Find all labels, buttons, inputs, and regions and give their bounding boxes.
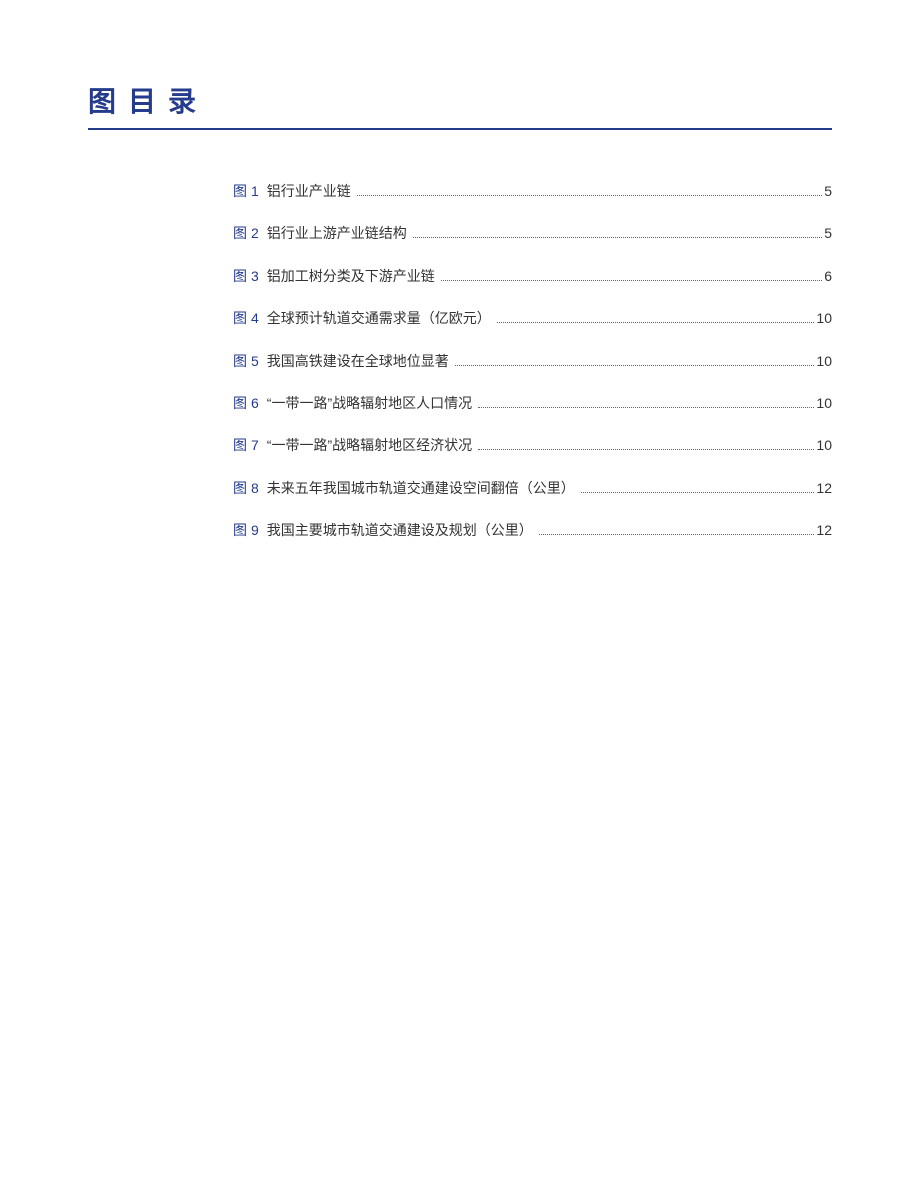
figure-entry: 图6 “一带一路”战略辐射地区人口情况 10 [233,392,832,414]
entry-page: 10 [816,434,832,456]
entry-title: 我国高铁建设在全球地位显著 [267,350,449,372]
entry-number: 2 [251,222,259,244]
entry-prefix: 图 [233,437,247,453]
figure-entry: 图2 铝行业上游产业链结构 5 [233,222,832,244]
figure-entry: 图4 全球预计轨道交通需求量（亿欧元） 10 [233,307,832,329]
entry-label: 图8 [233,477,259,499]
entry-page: 12 [816,519,832,541]
entry-prefix: 图 [233,225,247,241]
entry-number: 8 [251,477,259,499]
entry-label: 图7 [233,434,259,456]
entry-title: 铝行业上游产业链结构 [267,222,407,244]
entry-leader-dots [478,395,814,408]
entry-title: 铝加工树分类及下游产业链 [267,265,435,287]
figure-entry: 图8 未来五年我国城市轨道交通建设空间翻倍（公里） 12 [233,477,832,499]
entry-leader-dots [413,226,822,239]
figure-entry: 图9 我国主要城市轨道交通建设及规划（公里） 12 [233,519,832,541]
entry-number: 4 [251,307,259,329]
entry-leader-dots [539,523,815,536]
entry-number: 6 [251,392,259,414]
entry-page: 10 [816,392,832,414]
entry-label: 图6 [233,392,259,414]
entry-leader-dots [497,311,815,324]
entry-label: 图9 [233,519,259,541]
entry-leader-dots [441,268,822,281]
entry-title: 未来五年我国城市轨道交通建设空间翻倍（公里） [267,477,575,499]
entry-label: 图3 [233,265,259,287]
entry-prefix: 图 [233,268,247,284]
entry-prefix: 图 [233,310,247,326]
entry-title: 全球预计轨道交通需求量（亿欧元） [267,307,491,329]
entry-leader-dots [581,480,815,493]
entry-leader-dots [455,353,815,366]
figure-list: 图1 铝行业产业链 5 图2 铝行业上游产业链结构 5 图3 铝加工树分类及下游… [88,180,832,542]
entry-number: 5 [251,350,259,372]
entry-page: 5 [824,180,832,202]
entry-leader-dots [357,183,822,196]
figure-entry: 图5 我国高铁建设在全球地位显著 10 [233,350,832,372]
entry-label: 图4 [233,307,259,329]
entry-page: 5 [824,222,832,244]
entry-title: “一带一路”战略辐射地区人口情况 [267,392,472,414]
entry-page: 10 [816,350,832,372]
entry-prefix: 图 [233,183,247,199]
entry-number: 9 [251,519,259,541]
entry-page: 10 [816,307,832,329]
figure-entry: 图7 “一带一路”战略辐射地区经济状况 10 [233,434,832,456]
entry-label: 图1 [233,180,259,202]
entry-number: 1 [251,180,259,202]
entry-page: 6 [824,265,832,287]
entry-prefix: 图 [233,480,247,496]
figure-entry: 图3 铝加工树分类及下游产业链 6 [233,265,832,287]
entry-title: 我国主要城市轨道交通建设及规划（公里） [267,519,533,541]
entry-title: “一带一路”战略辐射地区经济状况 [267,434,472,456]
entry-label: 图5 [233,350,259,372]
figure-entry: 图1 铝行业产业链 5 [233,180,832,202]
entry-leader-dots [478,438,814,451]
entry-prefix: 图 [233,522,247,538]
entry-label: 图2 [233,222,259,244]
entry-title: 铝行业产业链 [267,180,351,202]
entry-prefix: 图 [233,395,247,411]
page-title: 图目录 [88,80,832,130]
entry-number: 7 [251,434,259,456]
entry-page: 12 [816,477,832,499]
entry-prefix: 图 [233,353,247,369]
entry-number: 3 [251,265,259,287]
